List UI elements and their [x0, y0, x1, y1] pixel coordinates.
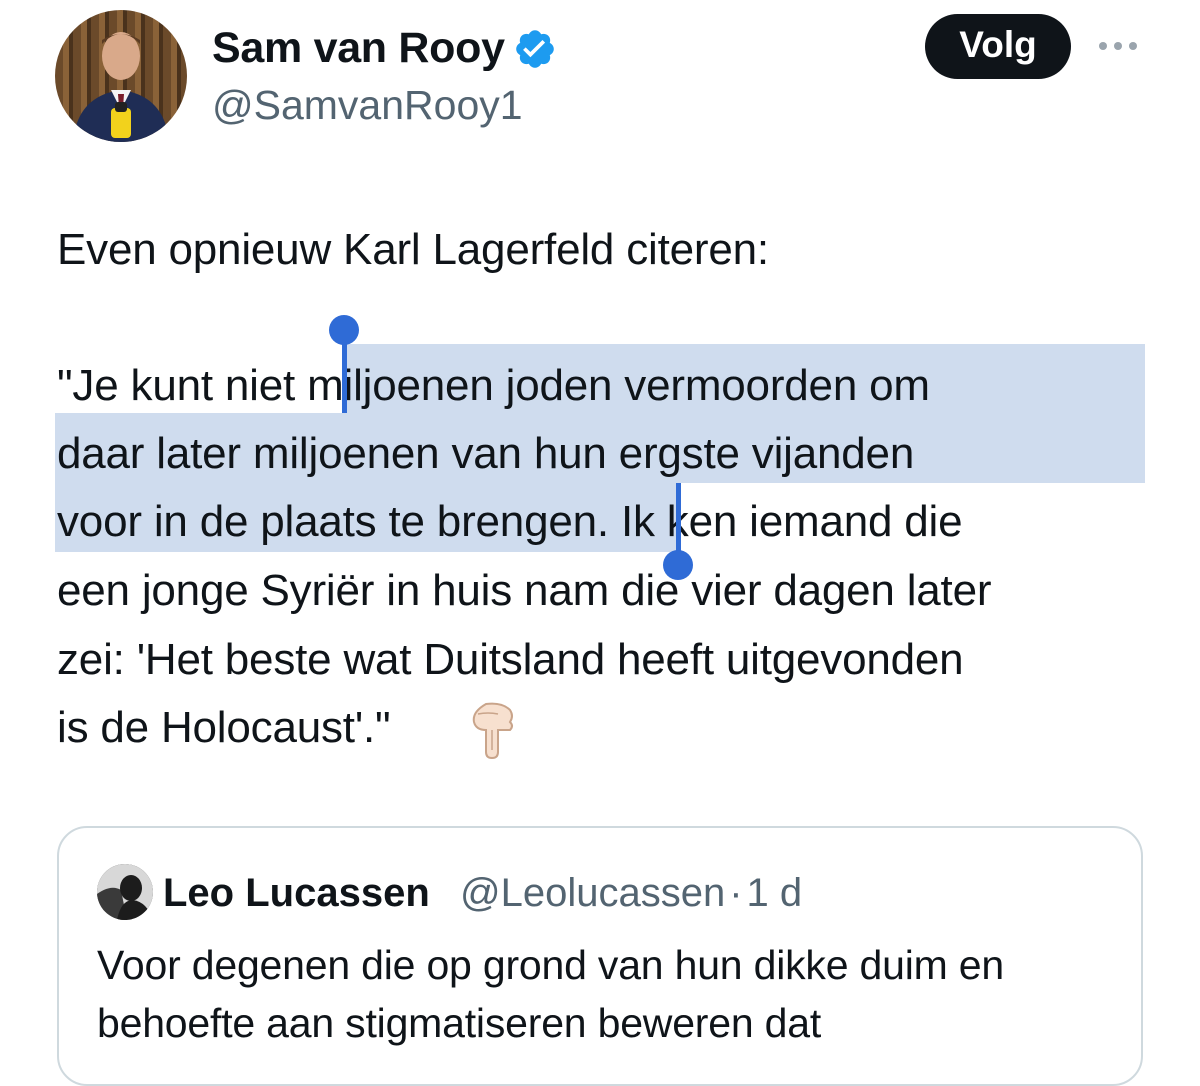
quoted-author-name[interactable]: Leo Lucassen — [163, 868, 430, 918]
author-handle[interactable]: @SamvanRooy1 — [212, 80, 523, 130]
follow-button[interactable]: Volg — [925, 14, 1071, 79]
person-portrait-icon — [73, 32, 169, 142]
quoted-author-handle[interactable]: @Leolucassen — [460, 871, 725, 915]
quoted-tweet-text-line: Voor degenen die op grond van hun dikke … — [97, 942, 1004, 988]
tweet-text-line: daar later miljoenen van hun ergste vija… — [57, 429, 915, 478]
person-portrait-icon — [97, 864, 153, 920]
selection-end-knob[interactable] — [663, 550, 693, 580]
author-avatar[interactable] — [55, 10, 187, 142]
meta-separator: · — [729, 871, 743, 915]
selection-start-handle[interactable] — [342, 336, 347, 413]
quoted-tweet-text-line: behoefte aan stigmatiseren beweren dat — [97, 1000, 822, 1046]
tweet-text-line: een jonge Syriër in huis nam die vier da… — [57, 566, 992, 615]
quoted-tweet-time[interactable]: 1 d — [747, 871, 803, 915]
tweet-text-line: voor in de plaats te brengen. Ik ken iem… — [57, 497, 963, 546]
tweet-text-line: zei: 'Het beste wat Duitsland heeft uitg… — [57, 635, 964, 684]
more-options-icon[interactable] — [1096, 36, 1140, 56]
quoted-author-meta: @Leolucassen · 1 d — [460, 868, 802, 918]
quoted-author-avatar[interactable] — [97, 864, 153, 920]
tweet-text-line: is de Holocaust'." — [57, 703, 391, 752]
selection-start-knob[interactable] — [329, 315, 359, 345]
tweet-text-line: "Je kunt niet miljoenen joden vermoorden… — [57, 361, 930, 410]
author-display-name[interactable]: Sam van Rooy — [212, 22, 505, 74]
verified-badge-icon — [513, 27, 557, 71]
pointing-down-hand-icon — [468, 700, 518, 760]
tweet-text-line: Even opnieuw Karl Lagerfeld citeren: — [57, 225, 769, 274]
selection-end-handle[interactable] — [676, 483, 681, 558]
